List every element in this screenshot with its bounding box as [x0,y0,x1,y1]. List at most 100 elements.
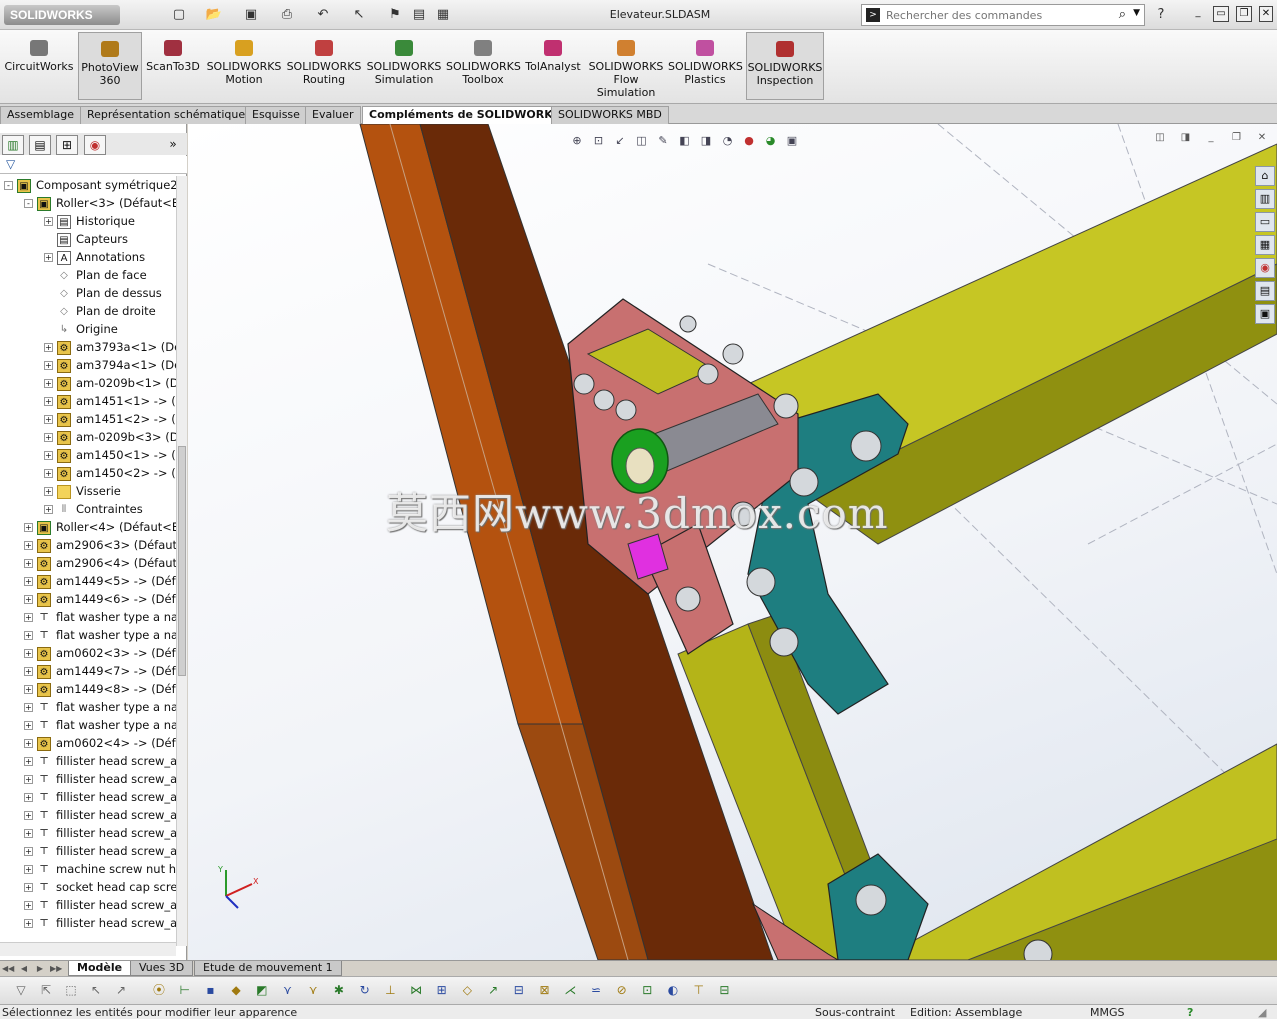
select-icon[interactable]: ↖ [350,6,368,24]
tree-item[interactable]: ↳ Origine [44,320,118,338]
ribbon-button-4[interactable]: SOLIDWORKS Routing [286,32,362,100]
expand-icon[interactable]: + [44,343,53,352]
prev-tab-icon[interactable]: ◀ [18,963,30,975]
filter-tool-17-icon[interactable]: ◇ [458,981,476,999]
tree-item[interactable]: + ⚙ am2906<4> (Défaut< [24,554,176,572]
tree-item[interactable]: + ⊤ fillister head screw_ai [24,842,176,860]
ribbon-button-2[interactable]: ScanTo3D [144,32,202,100]
tree-item[interactable]: + ⚙ am1449<8> -> (Défa [24,680,176,698]
new-document-icon[interactable]: ▢ [170,6,188,24]
file-explorer-icon[interactable]: ▭ [1255,212,1275,232]
expand-icon[interactable]: + [24,793,33,802]
tile-icon[interactable]: ❐ [1236,6,1252,22]
filter-tool-9-icon[interactable]: ◩ [253,981,271,999]
tree-item[interactable]: + ⊤ fillister head screw_ai [24,770,176,788]
expand-icon[interactable]: + [24,685,33,694]
expand-icon[interactable]: + [24,901,33,910]
solidworks-resources-icon[interactable]: ⌂ [1255,166,1275,186]
filter-tool-23-icon[interactable]: ⊘ [613,981,631,999]
filter-tool-16-icon[interactable]: ⊞ [433,981,451,999]
zoom-to-fit-icon[interactable]: ⊕ [568,132,586,150]
split-horizontal-icon[interactable]: ◫ [1153,132,1167,144]
propertymanager-tab-icon[interactable]: ▤ [29,135,51,155]
tree-item[interactable]: + ⊤ fillister head screw_ai [24,824,176,842]
ribbon-button-5[interactable]: SOLIDWORKS Simulation [366,32,442,100]
tree-item[interactable]: + ⊤ fillister head screw_ai [24,914,176,932]
tree-item[interactable]: + ⊤ fillister head screw_ai [24,896,176,914]
collapse-icon[interactable]: - [24,199,33,208]
filter-tool-24-icon[interactable]: ⊡ [638,981,656,999]
apply-scene-icon[interactable]: ◕ [762,132,780,150]
first-tab-icon[interactable]: ◀◀ [2,963,14,975]
viewport-close-icon[interactable]: ✕ [1255,132,1269,144]
undo-icon[interactable]: ↶ [314,6,332,24]
split-vertical-icon[interactable]: ◨ [1179,132,1193,144]
tree-item[interactable]: + ⚙ am1449<5> -> (Défa [24,572,176,590]
filter-tool-22-icon[interactable]: ⋍ [587,981,605,999]
filter-tool-4-icon[interactable]: ↗ [112,981,130,999]
ribbon-button-1[interactable]: PhotoView 360 [78,32,142,100]
close-icon[interactable]: ✕ [1259,6,1273,22]
status-units[interactable]: MMGS [1090,1005,1125,1019]
next-tab-icon[interactable]: ▶ [34,963,46,975]
filter-tool-11-icon[interactable]: ⋎ [304,981,322,999]
tree-item[interactable]: + ⫴ Contraintes [44,500,143,518]
bottom-tab-0[interactable]: Modèle [68,961,132,976]
roller-bearing[interactable] [625,447,655,485]
tree-item[interactable]: + ⚙ am0602<3> -> (Défa [24,644,176,662]
tree-horizontal-scrollbar[interactable] [0,942,176,956]
expand-icon[interactable]: + [44,505,53,514]
expand-icon[interactable]: + [24,613,33,622]
expand-icon[interactable]: + [24,541,33,550]
expand-icon[interactable]: + [44,433,53,442]
tree-item[interactable]: + ⚙ am-0209b<1> (De [44,374,176,392]
expand-icon[interactable]: + [24,757,33,766]
filter-tool-20-icon[interactable]: ⊠ [536,981,554,999]
filter-tool-15-icon[interactable]: ⋈ [407,981,425,999]
help-status-icon[interactable]: ? [1187,1005,1193,1019]
tree-item[interactable]: + ⊤ fillister head screw_ai [24,788,176,806]
expand-icon[interactable]: + [24,649,33,658]
expand-icon[interactable]: + [44,469,53,478]
bottom-tab-2[interactable]: Etude de mouvement 1 [194,961,342,976]
expand-icon[interactable]: + [24,721,33,730]
expand-icon[interactable]: + [44,487,53,496]
restore-icon[interactable]: ▭ [1213,6,1229,22]
tree-item[interactable]: + ⊤ flat washer type a nar [24,698,176,716]
custom-properties-icon[interactable]: ▤ [1255,281,1275,301]
expand-icon[interactable]: + [24,577,33,586]
ribbon-button-6[interactable]: SOLIDWORKS Toolbox [446,32,521,100]
filter-icon[interactable]: ▽ [6,157,15,171]
expand-icon[interactable]: + [44,451,53,460]
expand-icon[interactable]: + [24,523,33,532]
last-tab-icon[interactable]: ▶▶ [50,963,62,975]
tree-item[interactable]: + ⊤ flat washer type a nar [24,608,176,626]
tree-item[interactable]: + ⊤ fillister head screw_ai [24,806,176,824]
filter-tool-10-icon[interactable]: ⋎ [279,981,297,999]
graphics-area[interactable]: ⊕ ⊡ ↙ ◫ ✎ ◧ ◨ ◔ ● ◕ ▣ ◫ ◨ _ ❐ ✕ ⌂ ▥ ▭ ▦ … [188,124,1277,960]
displaymanager-tab-icon[interactable]: ◉ [84,135,106,155]
tree-item[interactable]: ◇ Plan de droite [44,302,156,320]
view-settings-icon[interactable]: ▣ [783,132,801,150]
filter-tool-8-icon[interactable]: ◆ [227,981,245,999]
tree-item[interactable]: + ⚙ am1451<1> -> (D [44,392,176,410]
minimize-icon[interactable]: _ [1190,6,1206,22]
ribbon-button-10[interactable]: SOLIDWORKS Inspection [746,32,824,100]
command-search[interactable]: > ⌕ ▼ [861,4,1145,26]
filter-tool-6-icon[interactable]: ⊢ [176,981,194,999]
open-icon[interactable]: 📂 [205,6,223,24]
tree-item[interactable]: + ⚙ am3793a<1> (Déf [44,338,176,356]
expand-icon[interactable]: + [24,865,33,874]
bottom-tab-1[interactable]: Vues 3D [130,961,194,976]
tree-item[interactable]: + ⊤ socket head cap scre [24,878,176,896]
command-tab-3[interactable]: Evaluer [305,106,361,124]
expand-icon[interactable]: + [44,361,53,370]
tree-item[interactable]: + ▤ Historique [44,212,135,230]
tree-item[interactable]: - ▣ Roller<3> (Défaut<Et [24,194,176,212]
tree-item[interactable]: + A Annotations [44,248,145,266]
expand-icon[interactable]: + [44,379,53,388]
expand-icon[interactable]: + [44,397,53,406]
ribbon-button-0[interactable]: CircuitWorks [2,32,76,100]
rebuild-icon[interactable]: ⚑ [386,6,404,24]
command-tab-2[interactable]: Esquisse [245,106,307,124]
